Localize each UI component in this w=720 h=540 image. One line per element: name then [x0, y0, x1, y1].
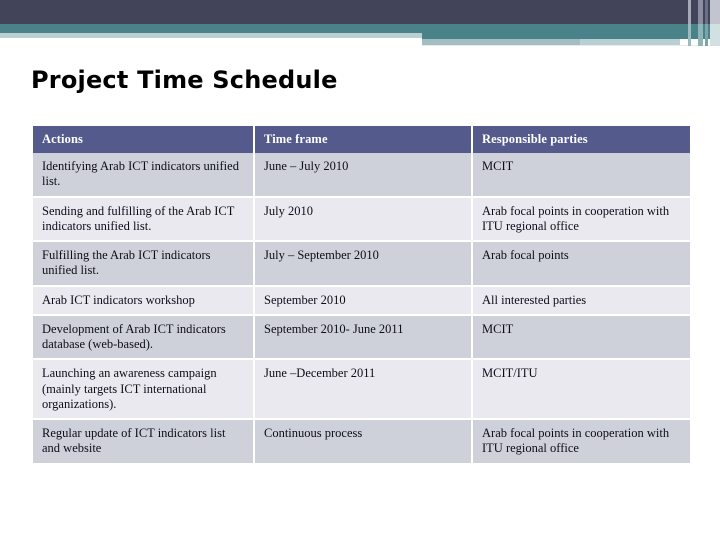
- cell-time-frame: June –December 2011: [255, 360, 473, 420]
- cell-responsible: Arab focal points in cooperation with IT…: [473, 197, 690, 242]
- cell-time-frame: July 2010: [255, 197, 473, 242]
- cell-action: Identifying Arab ICT indicators unified …: [33, 153, 255, 198]
- cell-responsible: Arab focal points: [473, 242, 690, 287]
- cell-responsible: MCIT: [473, 153, 690, 198]
- table-row: Sending and fulfilling of the Arab ICT i…: [33, 197, 690, 242]
- cell-action: Arab ICT indicators workshop: [33, 286, 255, 316]
- project-time-schedule-table: Actions Time frame Responsible parties I…: [33, 126, 690, 465]
- cell-action: Sending and fulfilling of the Arab ICT i…: [33, 197, 255, 242]
- cell-responsible: MCIT: [473, 315, 690, 361]
- column-header-actions: Actions: [33, 126, 255, 153]
- column-header-time-frame: Time frame: [255, 126, 473, 153]
- banner-pale-left-band: [0, 33, 422, 38]
- cell-responsible: MCIT/ITU: [473, 360, 690, 420]
- banner-accent-stripe-teal-2: [698, 24, 703, 46]
- banner-accent-stripe-teal-1: [688, 24, 691, 46]
- banner-navy-band: [0, 0, 720, 24]
- page-title: Project Time Schedule: [31, 66, 338, 94]
- cell-action: Development of Arab ICT indicators datab…: [33, 315, 255, 361]
- slide-top-banner: [0, 0, 720, 46]
- banner-accent-stripe-teal-4: [710, 24, 720, 46]
- cell-time-frame: July – September 2010: [255, 242, 473, 287]
- table-header-row: Actions Time frame Responsible parties: [33, 126, 690, 153]
- banner-teal-band: [0, 24, 720, 33]
- banner-accent-stripe-teal-3: [705, 24, 708, 46]
- cell-time-frame: September 2010- June 2011: [255, 315, 473, 361]
- table-row: Arab ICT indicators workshop September 2…: [33, 286, 690, 316]
- cell-action: Fulfilling the Arab ICT indicators unifi…: [33, 242, 255, 287]
- table-row: Fulfilling the Arab ICT indicators unifi…: [33, 242, 690, 287]
- table-body: Identifying Arab ICT indicators unified …: [33, 153, 690, 465]
- banner-faint-band: [422, 45, 720, 46]
- cell-action: Regular update of ICT indicators list an…: [33, 420, 255, 465]
- cell-time-frame: June – July 2010: [255, 153, 473, 198]
- column-header-responsible: Responsible parties: [473, 126, 690, 153]
- table-row: Launching an awareness campaign (mainly …: [33, 360, 690, 420]
- table-row: Identifying Arab ICT indicators unified …: [33, 153, 690, 198]
- table-row: Regular update of ICT indicators list an…: [33, 420, 690, 465]
- table-row: Development of Arab ICT indicators datab…: [33, 315, 690, 361]
- cell-action: Launching an awareness campaign (mainly …: [33, 360, 255, 420]
- cell-time-frame: September 2010: [255, 286, 473, 316]
- cell-time-frame: Continuous process: [255, 420, 473, 465]
- cell-responsible: Arab focal points in cooperation with IT…: [473, 420, 690, 465]
- cell-responsible: All interested parties: [473, 286, 690, 316]
